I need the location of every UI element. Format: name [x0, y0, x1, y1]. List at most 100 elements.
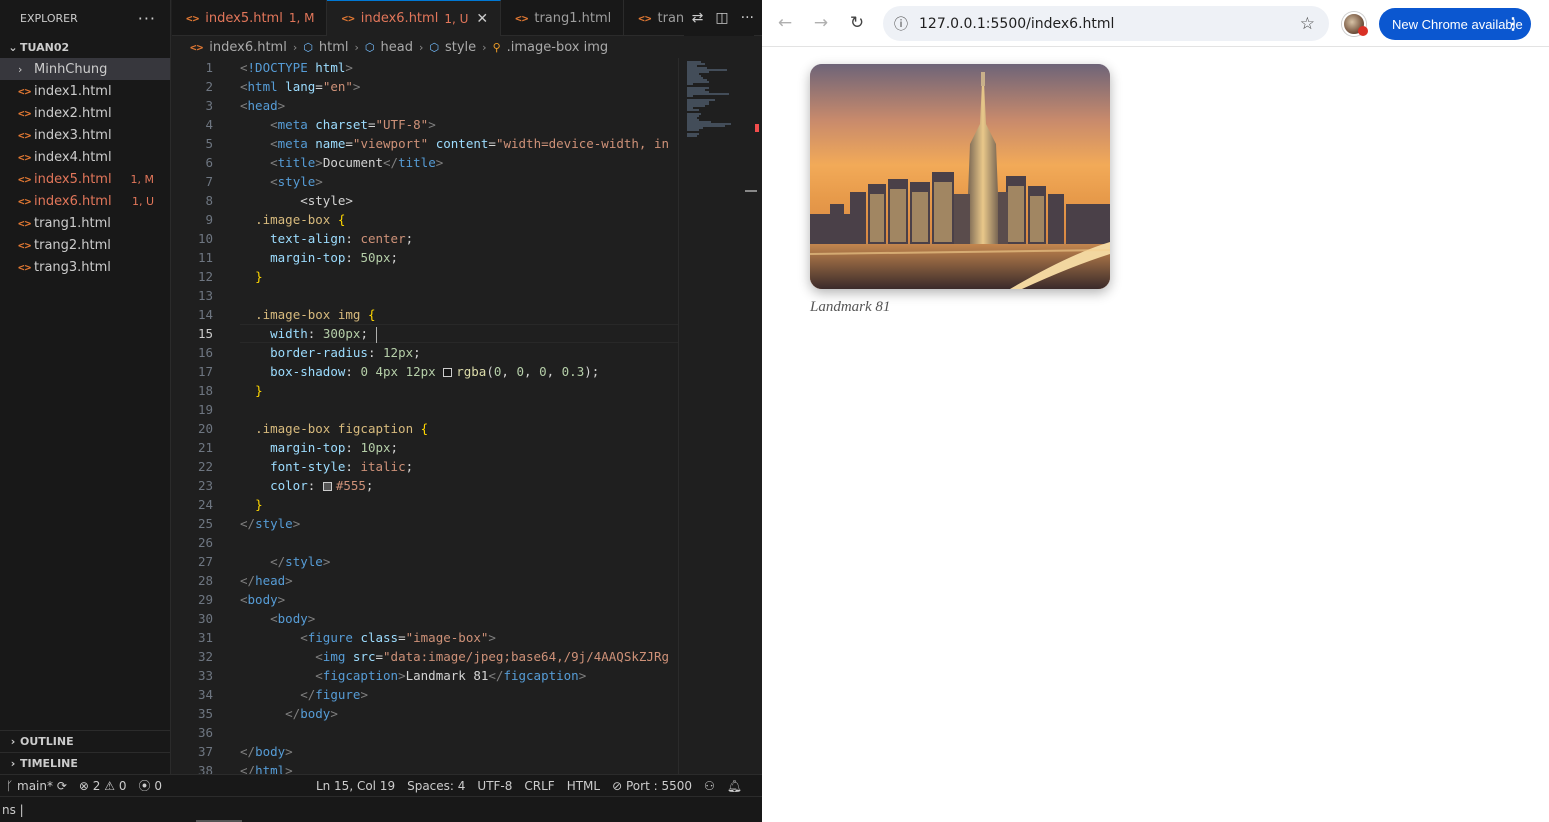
explorer-file-item[interactable]: <> trang3.html [0, 256, 170, 278]
explorer-file-item[interactable]: <> index6.html 1, U [0, 190, 170, 212]
close-icon[interactable]: ✕ [476, 11, 488, 27]
address-bar[interactable]: ⓘ 127.0.0.1:5500/index6.html ☆ [883, 6, 1329, 41]
error-icon: ⊗ [78, 778, 89, 793]
file-name: index5.html [34, 171, 112, 187]
broadcast-icon: ⦿ [138, 779, 151, 793]
code-line: </body> [285, 706, 338, 721]
code-line: <head> [240, 98, 286, 113]
explorer-file-item[interactable]: <> index1.html [0, 80, 170, 102]
ports-indicator[interactable]: ⦿ 0 [132, 777, 167, 794]
encoding[interactable]: UTF-8 [471, 779, 518, 793]
line-number: 30 [197, 611, 213, 626]
more-actions-icon[interactable]: ··· [138, 9, 156, 28]
chevron-right-icon: › [354, 40, 359, 54]
timeline-section[interactable]: › TIMELINE [0, 752, 171, 774]
tab-label: index6.html [360, 11, 439, 26]
breadcrumb-item[interactable]: html [319, 40, 349, 55]
kebab-menu-icon[interactable]: ⋮ [1505, 14, 1521, 34]
tab-label: index5.html [205, 10, 283, 26]
problems-indicator[interactable]: ⊗ 2 ⚠ 0 [73, 779, 133, 793]
site-info-icon[interactable]: ⓘ [883, 14, 919, 34]
explorer-file-item[interactable]: <> trang1.html [0, 212, 170, 234]
terminal-text: ns | [2, 802, 24, 817]
breadcrumb-item[interactable]: style [445, 40, 476, 55]
code-line: </body> [240, 744, 293, 759]
workspace-folder-label: TUAN02 [20, 40, 70, 54]
line-endings[interactable]: CRLF [518, 779, 560, 793]
back-icon[interactable]: ← [767, 5, 803, 41]
timeline-label: TIMELINE [20, 757, 78, 770]
new-chrome-available-button[interactable]: New Chrome available ⋮ [1379, 8, 1531, 40]
tab-actions: ⇄ ◫ ··· [683, 0, 754, 36]
indentation[interactable]: Spaces: 4 [401, 779, 471, 793]
more-actions-icon[interactable]: ··· [741, 10, 754, 26]
code-line: } [255, 383, 263, 398]
explorer-header: EXPLORER ··· [0, 0, 170, 36]
code-line: .image-box { [255, 212, 346, 227]
breadcrumb-item[interactable]: index6.html [209, 40, 287, 55]
chevron-right-icon: › [10, 735, 16, 748]
branch-indicator[interactable]: ᚴ main* ⟳ [0, 779, 73, 793]
git-status-badge: 1, U [131, 194, 154, 208]
explorer-folder-item[interactable]: › MinhChung [0, 58, 170, 80]
line-number: 25 [197, 516, 213, 531]
explorer-file-item[interactable]: <> index2.html [0, 102, 170, 124]
html-file-icon: <> [341, 12, 355, 25]
selector-icon: ⚲ [492, 40, 501, 54]
code-line: <img src="data:image/jpeg;base64,/9j/4AA… [315, 649, 669, 664]
code-line: </style> [270, 554, 331, 569]
explorer-file-item[interactable]: <> index3.html [0, 124, 170, 146]
code-line: <style> [270, 174, 323, 189]
file-name: trang1.html [34, 215, 111, 231]
url-text: 127.0.0.1:5500/index6.html [919, 15, 1115, 32]
copilot-icon[interactable]: ⚇ [698, 779, 721, 793]
line-number: 38 [197, 763, 213, 774]
bell-icon[interactable]: 🔔︎ [721, 779, 748, 793]
code-line: <title>Document</title> [270, 155, 444, 170]
breadcrumb-item[interactable]: head [381, 40, 413, 55]
line-number: 6 [205, 155, 213, 170]
tab-label: trang1.html [534, 10, 612, 26]
code-line: <body> [240, 592, 286, 607]
tab-index5[interactable]: <> index5.html 1, M [172, 0, 328, 36]
line-number: 2 [205, 79, 213, 94]
update-label: New Chrome available [1392, 16, 1523, 32]
tab-index6[interactable]: <> index6.html 1, U ✕ [327, 0, 502, 36]
color-swatch [322, 482, 332, 491]
explorer-file-item[interactable]: <> index5.html 1, M [0, 168, 170, 190]
tab-trang1[interactable]: <> trang1.html [501, 0, 625, 36]
ports-count: 0 [154, 779, 162, 793]
chevron-down-icon: ⌄ [8, 40, 18, 54]
file-name: trang3.html [34, 259, 111, 275]
line-number: 9 [205, 212, 213, 227]
line-number: 28 [197, 573, 213, 588]
html-file-icon: <> [18, 216, 32, 230]
breadcrumb-item[interactable]: .image-box img [507, 40, 608, 55]
explorer-file-item[interactable]: <> index4.html [0, 146, 170, 168]
html-file-icon: <> [18, 194, 32, 208]
star-icon[interactable]: ☆ [1300, 14, 1315, 34]
outline-section[interactable]: › OUTLINE [0, 730, 171, 752]
editor-scrollbar[interactable] [743, 58, 762, 774]
live-server-port[interactable]: ⊘ Port : 5500 [606, 779, 698, 793]
minimap[interactable] [678, 58, 743, 774]
reload-icon[interactable]: ↻ [839, 5, 875, 41]
cursor-position[interactable]: Ln 15, Col 19 [310, 779, 401, 793]
line-number: 36 [197, 725, 213, 740]
cursor-marker [745, 190, 757, 192]
minimap-line [687, 93, 729, 95]
line-number: 32 [197, 649, 213, 664]
language-mode[interactable]: HTML [561, 779, 606, 793]
code-editor[interactable]: 1 <!DOCTYPE html> 2 <html lang="en"> 3 <hea… [172, 58, 678, 774]
open-changes-icon[interactable]: ⇄ [692, 10, 704, 26]
split-editor-icon[interactable]: ◫ [715, 10, 728, 26]
terminal-panel[interactable]: ns | [0, 796, 762, 822]
line-number: 8 [205, 193, 213, 208]
explorer-file-item[interactable]: <> trang2.html [0, 234, 170, 256]
outline-label: OUTLINE [20, 735, 74, 748]
minimap-line [687, 109, 699, 111]
forward-icon[interactable]: → [803, 5, 839, 41]
profile-badge-icon [1358, 26, 1368, 36]
workspace-folder[interactable]: ⌄ TUAN02 [0, 36, 170, 58]
file-name: trang2.html [34, 237, 111, 253]
